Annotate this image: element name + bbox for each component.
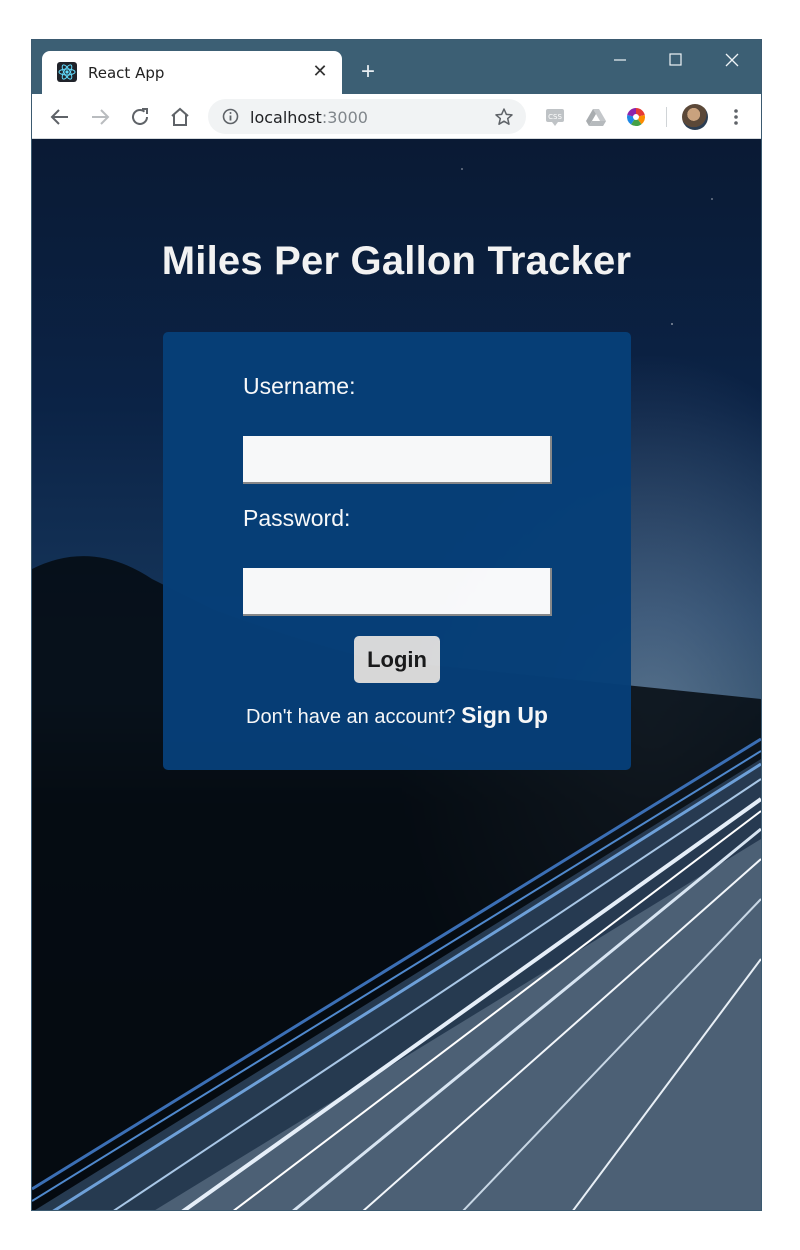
info-icon[interactable] [222, 108, 239, 125]
browser-toolbar: localhost:3000 CSS [32, 94, 761, 139]
react-logo-icon [57, 62, 77, 82]
maximize-icon[interactable] [655, 48, 695, 72]
browser-tab[interactable]: React App ✕ [42, 51, 342, 94]
close-tab-icon[interactable]: ✕ [310, 61, 330, 81]
toolbar-divider [666, 107, 667, 127]
username-input[interactable] [243, 436, 552, 484]
back-icon[interactable] [48, 105, 72, 129]
tab-strip: React App ✕ + [32, 40, 761, 94]
tab-title: React App [88, 64, 165, 82]
forward-icon[interactable] [88, 105, 112, 129]
url-host: localhost [250, 108, 322, 127]
signup-link[interactable]: Sign Up [461, 702, 548, 728]
new-tab-icon[interactable]: + [354, 58, 382, 86]
page-content: Miles Per Gallon Tracker Username: Passw… [32, 139, 761, 1210]
password-input[interactable] [243, 568, 552, 616]
password-label: Password: [243, 505, 351, 531]
home-icon[interactable] [168, 105, 192, 129]
reload-icon[interactable] [128, 105, 152, 129]
profile-avatar[interactable] [682, 104, 708, 130]
css-viewer-extension-icon[interactable]: CSS [544, 106, 566, 128]
more-menu-icon[interactable] [726, 105, 746, 129]
page-title: Miles Per Gallon Tracker [161, 239, 632, 283]
login-form: Username: Password: Login Don't have an … [163, 332, 631, 770]
color-picker-extension-icon[interactable] [625, 106, 647, 128]
svg-text:CSS: CSS [548, 113, 562, 121]
browser-window: React App ✕ + localhost:3000 CSS Miles P… [31, 39, 762, 1211]
close-window-icon[interactable] [712, 48, 752, 72]
minimize-icon[interactable] [600, 48, 640, 72]
signup-prompt: Don't have an account? [246, 706, 456, 728]
drive-extension-icon[interactable] [585, 106, 607, 128]
address-bar[interactable]: localhost:3000 [208, 99, 526, 134]
username-label: Username: [243, 373, 356, 399]
bookmark-star-icon[interactable] [494, 107, 514, 127]
login-button[interactable]: Login [354, 636, 440, 683]
url-port: :3000 [321, 108, 368, 127]
signup-row: Don't have an account? Sign Up [163, 702, 631, 729]
url-text: localhost:3000 [250, 108, 368, 127]
